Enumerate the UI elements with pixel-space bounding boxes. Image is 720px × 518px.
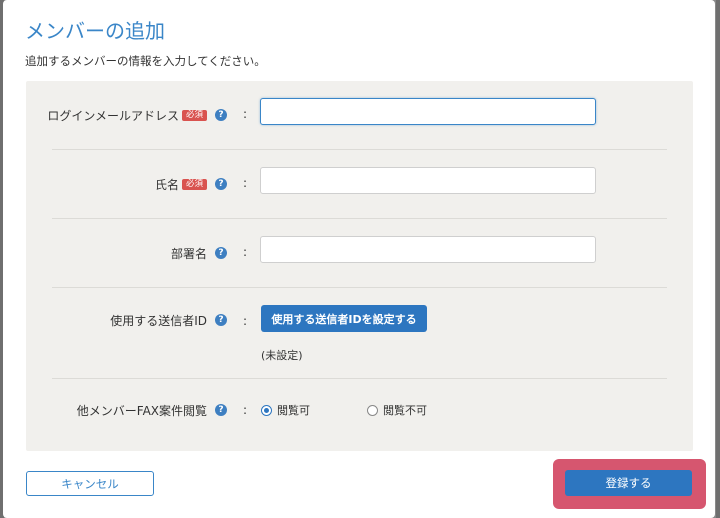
member-form: ログインメールアドレス 必須 ? : 氏名 必須 ? : 部署名 ? : 使用す… (26, 81, 693, 451)
form-row-full-name: 氏名 必須 ? : (52, 150, 667, 219)
radio-deny[interactable] (367, 404, 378, 416)
help-icon[interactable]: ? (215, 178, 227, 190)
full-name-label-group: 氏名 必須 ? (155, 150, 227, 218)
colon: : (243, 107, 248, 121)
department-label: 部署名 (170, 246, 207, 261)
fax-view-allow-label: 閲覧可 (277, 404, 310, 417)
department-label-group: 部署名 ? (171, 219, 227, 287)
department-input[interactable] (260, 236, 596, 263)
help-icon[interactable]: ? (215, 247, 227, 259)
form-row-sender-id: 使用する送信者ID ? : 使用する送信者IDを設定する (未設定) (52, 288, 667, 379)
dialog-description: 追加するメンバーの情報を入力してください。 (25, 54, 266, 68)
colon: : (243, 314, 248, 328)
help-icon[interactable]: ? (215, 404, 227, 416)
form-row-department: 部署名 ? : (52, 219, 667, 288)
help-icon[interactable]: ? (215, 314, 227, 326)
set-sender-id-button[interactable]: 使用する送信者IDを設定する (261, 305, 427, 332)
register-button[interactable]: 登録する (565, 470, 692, 496)
radio-allow[interactable] (261, 404, 272, 416)
backdrop-right (716, 0, 720, 518)
form-row-fax-view: 他メンバーFAX案件閲覧 ? : 閲覧可 閲覧不可 (52, 379, 667, 441)
form-row-login-email: ログインメールアドレス 必須 ? : (47, 81, 667, 150)
fax-view-label: 他メンバーFAX案件閲覧 (76, 403, 207, 418)
fax-view-deny-option[interactable]: 閲覧不可 (367, 402, 427, 418)
dialog-title: メンバーの追加 (25, 19, 165, 43)
colon: : (243, 403, 248, 417)
login-email-label: ログインメールアドレス (47, 108, 179, 123)
help-icon[interactable]: ? (215, 109, 227, 121)
login-email-label-group: ログインメールアドレス 必須 ? (47, 81, 227, 149)
login-email-input[interactable] (260, 98, 596, 125)
add-member-dialog: メンバーの追加 追加するメンバーの情報を入力してください。 ログインメールアドレ… (3, 0, 715, 518)
colon: : (243, 176, 248, 190)
full-name-input[interactable] (260, 167, 596, 194)
colon: : (243, 245, 248, 259)
fax-view-label-group: 他メンバーFAX案件閲覧 ? (77, 379, 227, 441)
fax-view-deny-label: 閲覧不可 (383, 404, 427, 417)
sender-id-label: 使用する送信者ID (110, 313, 207, 328)
sender-id-label-group: 使用する送信者ID ? (110, 288, 227, 352)
required-badge: 必須 (181, 178, 207, 190)
sender-id-status: (未設定) (261, 349, 303, 362)
fax-view-allow-option[interactable]: 閲覧可 (261, 402, 310, 418)
required-badge: 必須 (181, 109, 207, 121)
full-name-label: 氏名 (154, 177, 179, 192)
cancel-button[interactable]: キャンセル (26, 471, 154, 496)
